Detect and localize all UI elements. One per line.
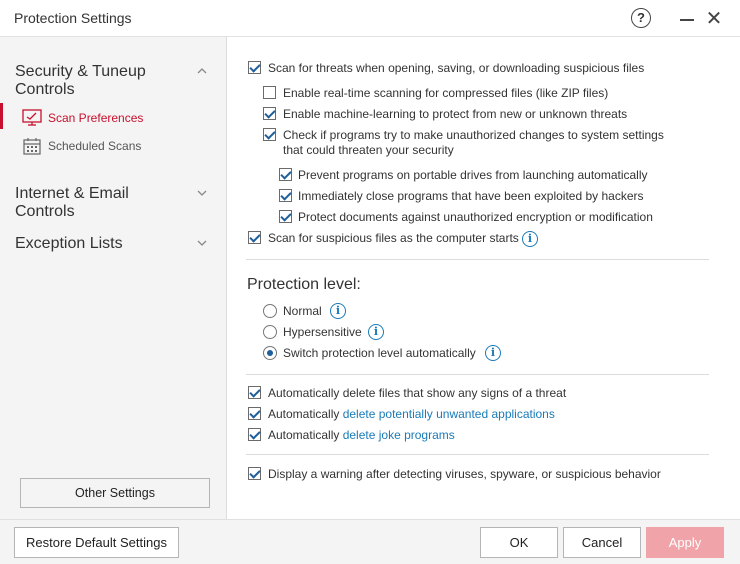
close-icon[interactable]: ✕ xyxy=(704,9,724,29)
option-label: Protect documents against unauthorized e… xyxy=(298,210,653,224)
restore-defaults-button[interactable]: Restore Default Settings xyxy=(14,527,179,558)
option-label: Enable machine-learning to protect from … xyxy=(283,107,628,121)
sidebar-item-label: Scheduled Scans xyxy=(48,139,142,153)
info-icon[interactable]: i xyxy=(330,303,346,319)
checkbox-delete-pua[interactable] xyxy=(248,407,261,420)
sidebar-group-security-tuneup[interactable]: Security & Tuneup Controls xyxy=(15,63,175,99)
radio-label: Normal xyxy=(283,304,322,318)
ok-button[interactable]: OK xyxy=(480,527,558,558)
checkbox-display-warning[interactable] xyxy=(248,467,261,480)
radio-switch-automatically[interactable] xyxy=(263,346,277,360)
chevron-down-icon[interactable] xyxy=(197,238,207,248)
radio-label: Switch protection level automatically xyxy=(283,346,476,360)
footer: Restore Default Settings OK Cancel Apply xyxy=(0,519,740,564)
option-label: Automatically delete joke programs xyxy=(268,428,455,443)
option-label: Prevent programs on portable drives from… xyxy=(298,168,648,182)
option-label: Check if programs try to make unauthoriz… xyxy=(283,128,664,142)
option-label: Enable real-time scanning for compressed… xyxy=(283,86,609,100)
radio-normal[interactable] xyxy=(263,304,277,318)
monitor-icon xyxy=(22,109,42,127)
title-bar: Protection Settings ? ✕ xyxy=(0,0,740,37)
option-label: Scan for suspicious files as the compute… xyxy=(268,231,519,245)
info-icon[interactable]: i xyxy=(522,231,538,247)
info-icon[interactable]: i xyxy=(368,324,384,340)
option-label: Display a warning after detecting viruse… xyxy=(268,467,661,481)
minimize-icon[interactable] xyxy=(679,11,695,27)
divider xyxy=(246,259,709,260)
sidebar-item-label: Scan Preferences xyxy=(48,111,144,125)
other-settings-button[interactable]: Other Settings xyxy=(20,478,210,508)
window-title: Protection Settings xyxy=(14,10,132,26)
sidebar: Security & Tuneup Controls Scan Preferen… xyxy=(0,37,227,519)
link-delete-joke-programs[interactable]: delete joke programs xyxy=(343,428,455,442)
option-label: Automatically delete files that show any… xyxy=(268,386,567,400)
chevron-down-icon[interactable] xyxy=(197,188,207,198)
help-icon[interactable]: ? xyxy=(631,8,651,28)
option-label: Scan for threats when opening, saving, o… xyxy=(268,61,645,75)
checkbox-auto-delete-threats[interactable] xyxy=(248,386,261,399)
checkbox-machine-learning[interactable] xyxy=(263,107,276,120)
radio-hypersensitive[interactable] xyxy=(263,325,277,339)
checkbox-close-exploited[interactable] xyxy=(279,189,292,202)
checkbox-unauthorized-changes[interactable] xyxy=(263,128,276,141)
option-label: that could threaten your security xyxy=(283,143,454,157)
apply-button[interactable]: Apply xyxy=(646,527,724,558)
option-label: Immediately close programs that have bee… xyxy=(298,189,644,203)
option-prefix: Automatically xyxy=(268,407,343,421)
active-indicator xyxy=(0,103,3,129)
option-prefix: Automatically xyxy=(268,428,343,442)
divider xyxy=(246,374,709,375)
checkbox-compressed-files[interactable] xyxy=(263,86,276,99)
protection-level-title: Protection level: xyxy=(247,276,361,293)
radio-label: Hypersensitive xyxy=(283,325,362,339)
cancel-button[interactable]: Cancel xyxy=(563,527,641,558)
link-delete-pua[interactable]: delete potentially unwanted applications xyxy=(343,407,555,421)
option-label: Automatically delete potentially unwante… xyxy=(268,407,555,422)
info-icon[interactable]: i xyxy=(485,345,501,361)
calendar-icon xyxy=(22,137,42,155)
checkbox-protect-documents[interactable] xyxy=(279,210,292,223)
checkbox-delete-joke-programs[interactable] xyxy=(248,428,261,441)
sidebar-group-exception-lists[interactable]: Exception Lists xyxy=(15,235,175,253)
checkbox-scan-on-access[interactable] xyxy=(248,61,261,74)
chevron-up-icon[interactable] xyxy=(197,66,207,76)
checkbox-scan-at-startup[interactable] xyxy=(248,231,261,244)
divider xyxy=(246,454,709,455)
checkbox-portable-drives[interactable] xyxy=(279,168,292,181)
sidebar-group-internet-email[interactable]: Internet & Email Controls xyxy=(15,185,175,221)
